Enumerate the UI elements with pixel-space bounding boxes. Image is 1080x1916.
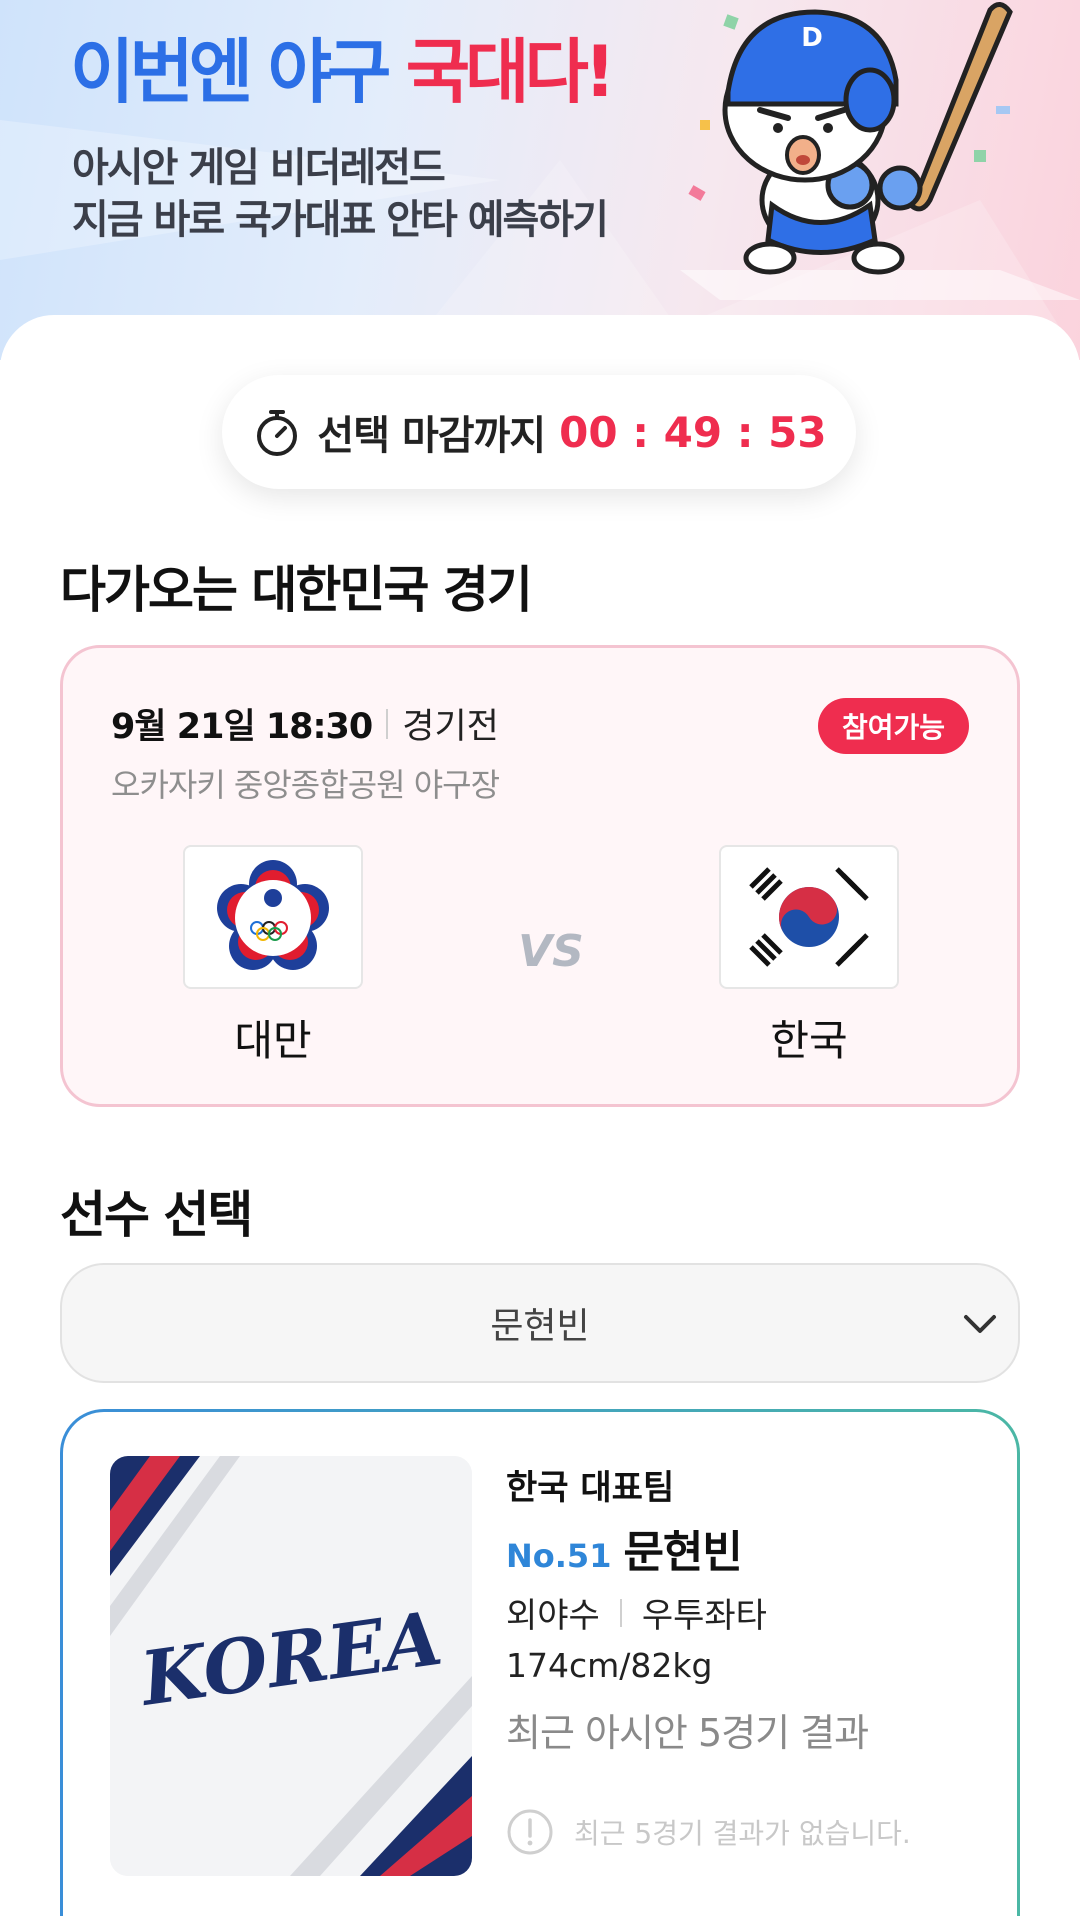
vs-label: VS bbox=[518, 926, 584, 977]
stopwatch-icon bbox=[257, 410, 298, 456]
hero-subtitle: 아시안 게임 비더레전드 지금 바로 국가대표 안타 예측하기 bbox=[72, 142, 609, 246]
player-name: 문현빈 bbox=[623, 1527, 742, 1578]
match-status: 경기전 bbox=[402, 707, 499, 747]
hero-banner: 이번엔 야구 국대다! 아시안 게임 비더레전드 지금 바로 국가대표 안타 예… bbox=[0, 0, 1080, 360]
team-home: 한국 bbox=[719, 845, 899, 1068]
upcoming-section-title: 다가오는 대한민국 경기 bbox=[60, 561, 533, 619]
deadline-timer: 선택 마감까지 00 : 49 : 53 bbox=[222, 375, 856, 489]
team-away-flag bbox=[183, 845, 363, 989]
team-away-name: 대만 bbox=[234, 1016, 312, 1065]
player-body-info: 174cm/82kg bbox=[506, 1646, 713, 1685]
player-bats-throws: 우투좌타 bbox=[641, 1596, 767, 1636]
team-home-name: 한국 bbox=[770, 1016, 848, 1065]
player-select-value: 문현빈 bbox=[490, 1306, 590, 1347]
player-card: KOREA 한국 대표팀 No.51 문현빈 외야수 우투좌타 174cm/82… bbox=[60, 1409, 1020, 1916]
recent-results-title: 최근 아시안 5경기 결과 bbox=[506, 1711, 869, 1755]
hero-title-red: 국대다! bbox=[405, 31, 616, 113]
helmet-letter: D bbox=[801, 23, 823, 53]
player-section-title: 선수 선택 bbox=[60, 1186, 253, 1244]
info-exclamation-icon bbox=[507, 1809, 553, 1855]
hero-title: 이번엔 야구 국대다! bbox=[70, 30, 616, 114]
team-home-flag bbox=[719, 845, 899, 989]
hero-subtitle-line2: 지금 바로 국가대표 안타 예측하기 bbox=[72, 197, 609, 243]
match-date: 9월 21일 18:30 bbox=[111, 707, 373, 747]
timer-value: 00 : 49 : 53 bbox=[559, 407, 827, 457]
player-card-body: KOREA 한국 대표팀 No.51 문현빈 외야수 우투좌타 174cm/82… bbox=[63, 1412, 1017, 1916]
player-position-row: 외야수 우투좌타 bbox=[506, 1588, 767, 1637]
korea-flag-icon bbox=[749, 867, 869, 967]
match-card[interactable]: 9월 21일 18:30 경기전 오카자키 중앙종합공원 야구장 참여가능 대만… bbox=[60, 645, 1020, 1107]
recent-results-empty: 최근 5경기 결과가 없습니다. bbox=[506, 1808, 911, 1856]
participation-badge: 참여가능 bbox=[817, 698, 969, 754]
player-photo: KOREA bbox=[110, 1456, 472, 1876]
chevron-down-icon bbox=[964, 1315, 996, 1333]
hero-title-blue: 이번엔 야구 bbox=[70, 31, 406, 113]
korea-team-logo: KOREA bbox=[110, 1456, 472, 1876]
baseball-mascot-icon: D bbox=[722, 2, 1013, 275]
player-title: No.51 문현빈 bbox=[506, 1516, 743, 1580]
player-number: No.51 bbox=[506, 1537, 612, 1575]
divider bbox=[619, 1598, 622, 1627]
hero-subtitle-line1: 아시안 게임 비더레전드 bbox=[72, 145, 446, 191]
timer-label: 선택 마감까지 bbox=[317, 413, 546, 459]
player-team: 한국 대표팀 bbox=[506, 1468, 675, 1508]
player-position: 외야수 bbox=[506, 1596, 600, 1636]
team-away: 대만 bbox=[183, 845, 363, 1068]
match-venue: 오카자키 중앙종합공원 야구장 bbox=[111, 766, 500, 804]
main-panel: 선택 마감까지 00 : 49 : 53 다가오는 대한민국 경기 9월 21일… bbox=[0, 315, 1080, 1916]
match-meta: 9월 21일 18:30 경기전 bbox=[111, 698, 499, 749]
player-select[interactable]: 문현빈 bbox=[60, 1263, 1020, 1383]
empty-message: 최근 5경기 결과가 없습니다. bbox=[574, 1817, 911, 1850]
chinese-taipei-flag-icon bbox=[217, 860, 329, 970]
divider bbox=[386, 708, 389, 739]
